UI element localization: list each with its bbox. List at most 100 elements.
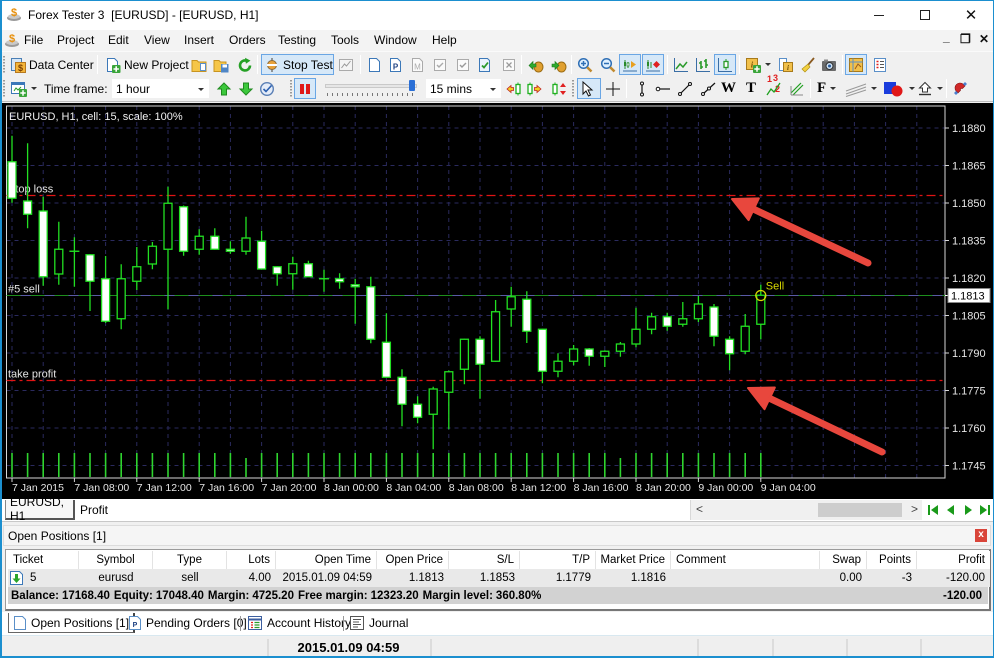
deposit-money-button[interactable]	[525, 54, 547, 75]
menu-help[interactable]: Help	[432, 33, 457, 47]
document-menu-icon[interactable]: $	[4, 32, 20, 48]
screenshot-button[interactable]	[818, 54, 840, 75]
vertical-line-button[interactable]	[631, 78, 653, 99]
bar-chart-button[interactable]	[692, 54, 714, 75]
toolbar-grip[interactable]	[3, 56, 6, 73]
data-center-button[interactable]: $ Data Center	[7, 54, 97, 75]
column-header-ticket[interactable]: Ticket	[8, 551, 79, 569]
go-to-start-button[interactable]	[927, 503, 941, 517]
tab-account-history[interactable]: Account History	[243, 613, 355, 633]
panel-close-button[interactable]: x	[975, 529, 987, 542]
scroll-back-button[interactable]	[944, 503, 958, 517]
column-header-lots[interactable]: Lots	[227, 551, 276, 569]
add-indicator-button[interactable]: i	[742, 54, 774, 75]
save-project-button[interactable]	[210, 54, 232, 75]
stop-test-button[interactable]: Stop Test	[261, 54, 334, 75]
menu-file[interactable]: File	[24, 33, 43, 47]
app-logo-icon[interactable]: $	[6, 6, 22, 22]
delete-order-button[interactable]	[498, 54, 520, 75]
line-chart-button[interactable]	[670, 54, 692, 75]
trend-line-button[interactable]	[674, 78, 696, 99]
chart-horizontal-scrollbar[interactable]: < >	[690, 500, 922, 520]
bar-forward-button[interactable]	[523, 78, 545, 99]
close-button[interactable]: ✕	[948, 0, 994, 30]
text-tool-button[interactable]: T	[743, 78, 759, 99]
chart-window[interactable]: Stop loss #5 sell take profit Sell 1.1880 1.1…	[0, 103, 994, 498]
zoom-in-button[interactable]	[574, 54, 596, 75]
tab-open-positions[interactable]: Open Positions [1]	[8, 613, 136, 633]
new-project-button[interactable]: New Project	[102, 54, 192, 75]
slider-track[interactable]	[325, 84, 417, 88]
mdi-restore-button[interactable]: ❐	[960, 32, 971, 46]
mdi-close-button[interactable]: ✕	[979, 32, 989, 46]
mdi-minimize-button[interactable]: _	[943, 30, 950, 44]
crosshair-button[interactable]	[602, 78, 624, 99]
withdraw-money-button[interactable]	[548, 54, 570, 75]
wave-tool-button[interactable]: W	[718, 78, 739, 99]
data-window-button[interactable]	[845, 54, 867, 75]
new-order-button[interactable]	[364, 54, 386, 75]
export-button[interactable]	[914, 78, 946, 99]
candle-chart-button[interactable]	[714, 54, 736, 75]
menu-project[interactable]: Project	[57, 33, 94, 47]
new-chart-button[interactable]	[8, 78, 40, 99]
column-header-open-price[interactable]: Open Price	[377, 551, 449, 569]
close-order-button[interactable]	[429, 54, 451, 75]
horizontal-line-button[interactable]	[652, 78, 674, 99]
column-header-symbol[interactable]: Symbol	[79, 551, 153, 569]
scroll-left-button[interactable]: <	[696, 502, 703, 516]
pending-order-button[interactable]: P	[385, 54, 407, 75]
bar-adjust-button[interactable]	[548, 78, 570, 99]
menu-view[interactable]: View	[144, 33, 170, 47]
bar-back-button[interactable]	[503, 78, 525, 99]
scroll-thumb[interactable]	[818, 503, 903, 517]
restart-test-button[interactable]	[234, 54, 256, 75]
strategy-optimizer-button[interactable]	[335, 54, 357, 75]
auto-scroll-button[interactable]	[642, 54, 664, 75]
zoom-out-button[interactable]	[597, 54, 619, 75]
menu-window[interactable]: Window	[374, 33, 417, 47]
column-header-open-time[interactable]: Open Time	[276, 551, 377, 569]
tab-journal[interactable]: Journal	[345, 613, 412, 633]
column-header-comment[interactable]: Comment	[671, 551, 820, 569]
dropdown-arrow-icon[interactable]	[31, 87, 37, 90]
go-to-end-button[interactable]	[977, 503, 991, 517]
tab-pending-orders[interactable]: P Pending Orders [0]	[124, 613, 251, 633]
timeframe-select[interactable]: 1 hour	[112, 79, 209, 98]
title-bar[interactable]: $ Forex Tester 3 [EURUSD] - [EURUSD, H1]…	[0, 0, 994, 30]
color-picker-button[interactable]	[880, 78, 918, 99]
slider-thumb[interactable]	[408, 80, 415, 91]
menu-edit[interactable]: Edit	[108, 33, 129, 47]
open-project-button[interactable]	[188, 54, 210, 75]
jump-to-date-button[interactable]	[256, 78, 278, 99]
tab-eurusd-h1[interactable]: EURUSD, H1	[5, 495, 75, 523]
column-header-market-price[interactable]: Market Price	[596, 551, 671, 569]
timeframe-down-button[interactable]	[235, 78, 257, 99]
test-speed-slider[interactable]	[325, 80, 419, 98]
toolbar-grip[interactable]	[572, 80, 575, 97]
column-header-profit[interactable]: Profit	[917, 551, 990, 569]
timeframe-up-button[interactable]	[213, 78, 235, 99]
templates-button[interactable]: i	[775, 54, 797, 75]
dropdown-arrow-icon[interactable]	[830, 87, 837, 90]
menu-testing[interactable]: Testing	[278, 33, 316, 47]
menu-insert[interactable]: Insert	[184, 33, 214, 47]
font-button[interactable]: F	[814, 78, 839, 99]
toolbar-grip[interactable]	[290, 80, 293, 97]
minimize-button[interactable]	[856, 0, 902, 30]
line-style-button[interactable]	[842, 78, 880, 99]
confirm-order-button[interactable]	[474, 54, 496, 75]
fibonacci-tool-button[interactable]: 132	[763, 73, 787, 99]
column-header-points[interactable]: Points	[867, 551, 917, 569]
maximize-button[interactable]	[902, 0, 948, 30]
column-header-type[interactable]: Type	[153, 551, 227, 569]
price-chart[interactable]: Stop loss#5 selltake profitSell1.18801.1…	[0, 103, 994, 498]
modify-order-button[interactable]: M	[407, 54, 429, 75]
column-header-take-profit[interactable]: T/P	[520, 551, 596, 569]
menu-orders[interactable]: Orders	[229, 33, 266, 47]
regression-channel-button[interactable]	[786, 78, 808, 99]
table-row[interactable]: 5 eurusd sell 4.00 2015.01.09 04:59 1.18…	[8, 569, 990, 587]
close-all-orders-button[interactable]	[452, 54, 474, 75]
order-list-button[interactable]	[869, 54, 891, 75]
dropdown-arrow-icon[interactable]	[765, 63, 771, 66]
